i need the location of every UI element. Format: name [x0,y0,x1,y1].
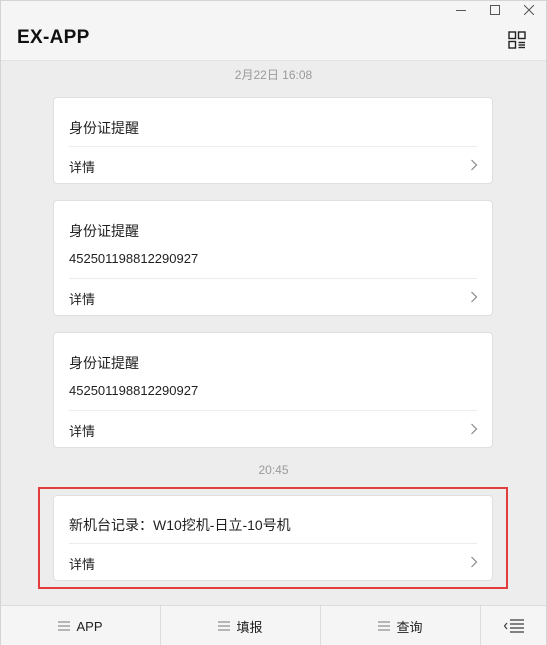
title-bar: EX-APP [1,1,546,61]
app-title: EX-APP [17,27,90,48]
chevron-right-icon [471,291,478,303]
tab-label: 查询 [396,619,423,635]
bottom-menu-bar: APP 填报 查询 [1,605,546,645]
maximize-button[interactable] [478,1,512,19]
close-icon [524,5,534,15]
tab-app[interactable]: APP [1,606,161,645]
tab-query[interactable]: 查询 [321,606,481,645]
chevron-right-icon [471,159,478,171]
message-list[interactable]: 2月22日 16:08 身份证提醒 详情 身份证提醒 4525011988122… [1,62,546,605]
message-card: 身份证提醒 详情 [53,97,493,184]
chevron-right-icon [471,423,478,435]
card-title: 身份证提醒 [69,223,139,239]
timestamp: 20:45 [258,463,289,477]
timestamp: 2月22日 16:08 [234,68,313,82]
detail-label: 详情 [69,292,96,307]
detail-link[interactable]: 详情 [54,411,492,447]
message-card: 身份证提醒 452501198812290927 详情 [53,332,493,448]
maximize-icon [490,5,500,15]
app-window: EX-APP 2月22日 16:08 身份证提醒 详情 身份证提醒 452501… [0,0,547,645]
detail-label: 详情 [69,424,96,439]
highlight-box [38,487,508,589]
menu-lines-icon [218,621,231,631]
id-number: 452501198812290927 [69,251,199,266]
card-title: 身份证提醒 [69,355,139,371]
menu-lines-icon [378,621,391,631]
minimize-icon [456,10,466,11]
window-controls [444,1,546,19]
tab-fill-report[interactable]: 填报 [161,606,321,645]
message-card: 身份证提醒 452501198812290927 详情 [53,200,493,316]
grid-menu-button[interactable] [508,31,526,49]
keyboard-toggle-button[interactable] [481,606,546,645]
detail-label: 详情 [69,160,96,175]
tab-label: APP [76,618,103,634]
detail-link[interactable]: 详情 [54,279,492,315]
tab-label: 填报 [236,619,263,635]
minimize-button[interactable] [444,1,478,19]
menu-lines-icon [58,621,71,631]
card-title: 身份证提醒 [69,120,139,136]
keyboard-toggle-icon [503,619,524,633]
close-button[interactable] [512,1,546,19]
detail-link[interactable]: 详情 [54,147,492,183]
id-number: 452501198812290927 [69,383,199,398]
grid-menu-icon [508,31,526,49]
